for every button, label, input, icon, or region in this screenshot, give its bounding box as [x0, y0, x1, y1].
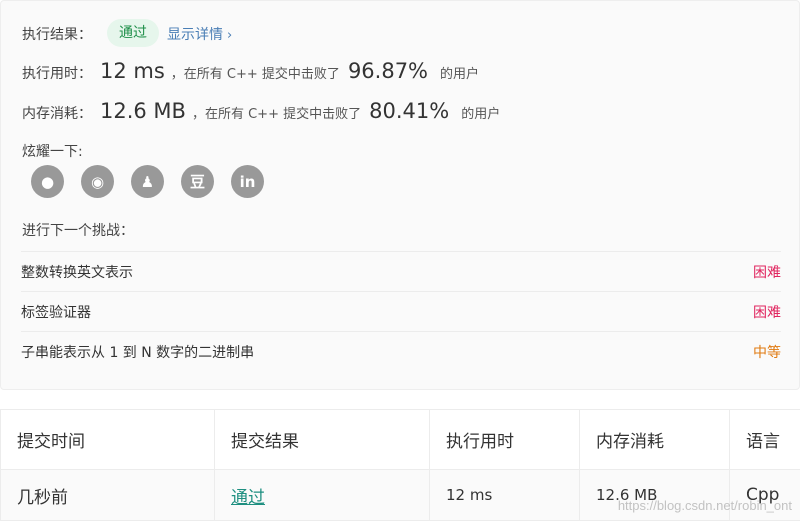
challenge-title[interactable]: 整数转换英文表示 [21, 262, 133, 282]
table-header-row: 提交时间 提交结果 执行用时 内存消耗 语言 [0, 409, 800, 470]
linkedin-icon[interactable]: in [231, 165, 264, 198]
douban-icon[interactable]: 豆 [181, 165, 214, 198]
watermark: https://blog.csdn.net/robin_ont [617, 498, 792, 513]
cell-status: 通过 [214, 469, 430, 521]
result-label: 执行结果： [22, 27, 92, 43]
chevron-right-icon: › [227, 28, 233, 43]
difficulty-badge: 中等 [753, 344, 781, 361]
header-submit-result: 提交结果 [214, 409, 430, 470]
memory-comparison-text: ，在所有 C++ 提交中击败了 [191, 107, 362, 122]
weibo-icon[interactable]: ◉ [81, 165, 114, 198]
cell-runtime: 12 ms [429, 469, 580, 521]
runtime-stat: 执行用时： 12 ms ，在所有 C++ 提交中击败了 96.87% 的用户 [22, 59, 479, 83]
difficulty-badge: 困难 [753, 264, 781, 281]
challenge-title[interactable]: 子串能表示从 1 到 N 数字的二进制串 [21, 342, 254, 362]
runtime-comparison-text: ，在所有 C++ 提交中击败了 [170, 67, 340, 82]
show-details-label: 显示详情 [167, 27, 223, 43]
memory-label: 内存消耗： [22, 106, 92, 122]
show-details-link[interactable]: 显示详情 › [167, 24, 232, 44]
challenge-item[interactable]: 子串能表示从 1 到 N 数字的二进制串 中等 [21, 331, 781, 371]
runtime-percentile: 96.87% [347, 59, 429, 83]
challenge-item[interactable]: 标签验证器 困难 [21, 291, 781, 331]
result-panel: 执行结果： 通过 显示详情 › 执行用时： 12 ms ，在所有 C++ 提交中击… [0, 0, 800, 390]
challenge-title[interactable]: 标签验证器 [21, 302, 91, 322]
memory-tail-text: 的用户 [461, 107, 501, 122]
memory-stat: 内存消耗： 12.6 MB ，在所有 C++ 提交中击败了 80.41% 的用户 [22, 99, 500, 123]
share-label: 炫耀一下: [22, 144, 83, 160]
runtime-tail-text: 的用户 [440, 67, 480, 82]
memory-percentile: 80.41% [369, 99, 450, 123]
runtime-label: 执行用时： [22, 66, 92, 82]
wechat-icon[interactable]: ● [31, 165, 64, 198]
next-challenge-label: 进行下一个挑战： [22, 223, 134, 239]
runtime-value: 12 ms [100, 59, 165, 83]
header-submit-time: 提交时间 [0, 409, 215, 470]
challenge-item[interactable]: 整数转换英文表示 困难 [21, 251, 781, 291]
share-icons: ● ◉ ♟ 豆 in [31, 165, 264, 198]
header-language: 语言 [729, 409, 800, 470]
status-badge: 通过 [107, 19, 159, 47]
status-link[interactable]: 通过 [231, 488, 265, 508]
memory-value: 12.6 MB [100, 99, 186, 123]
difficulty-badge: 困难 [753, 304, 781, 321]
header-memory: 内存消耗 [579, 409, 730, 470]
qq-icon[interactable]: ♟ [131, 165, 164, 198]
cell-submit-time: 几秒前 [0, 469, 215, 521]
header-runtime: 执行用时 [429, 409, 580, 470]
